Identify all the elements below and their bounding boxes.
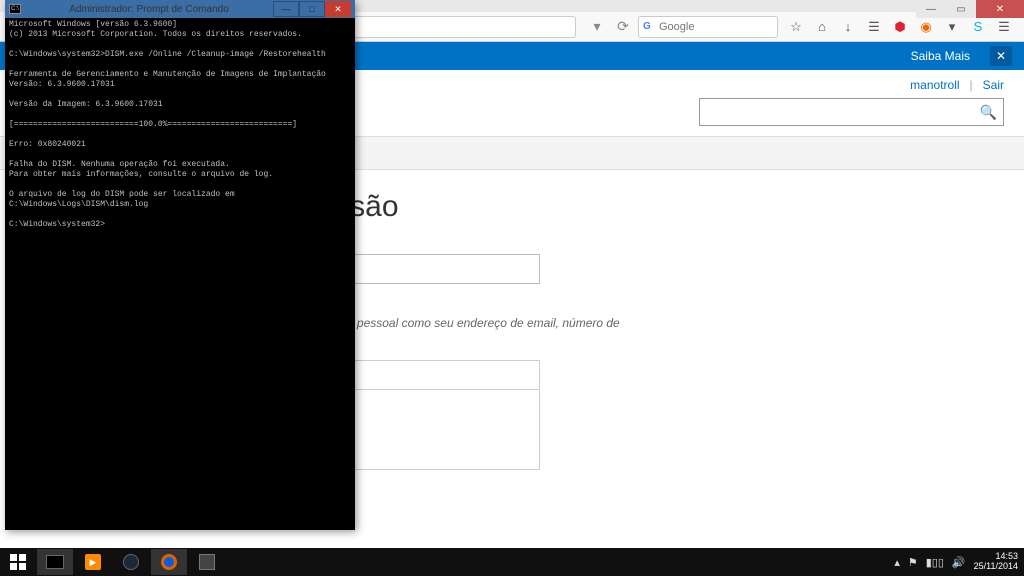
cmd-maximize-button[interactable]: □	[299, 1, 325, 17]
browser-maximize-button[interactable]: ▭	[946, 0, 976, 18]
clock-date: 25/11/2014	[974, 562, 1018, 572]
home-icon[interactable]: ⌂	[814, 19, 830, 35]
menu-icon[interactable]: ☰	[996, 19, 1012, 35]
cmd-minimize-button[interactable]: —	[273, 1, 299, 17]
tray-network-icon[interactable]: ▮▯▯	[926, 556, 944, 569]
addon2-icon[interactable]: ▾	[944, 19, 960, 35]
cmd-close-button[interactable]: ✕	[325, 1, 351, 17]
windows-logo-icon	[10, 554, 26, 570]
skype-icon[interactable]: S	[970, 19, 986, 35]
bookmark-icon[interactable]: ☆	[788, 19, 804, 35]
browser-search-box[interactable]: G	[638, 16, 778, 38]
taskbar: ▶ ▴ ⚑ ▮▯▯ 🔊 14:53 25/11/2014	[0, 548, 1024, 576]
banner-learn-more-link[interactable]: Saiba Mais	[911, 49, 970, 63]
taskbar-firefox[interactable]	[151, 549, 187, 575]
cmd-icon: C:\	[9, 4, 21, 14]
separator: |	[970, 78, 973, 92]
adblock-icon[interactable]: ⬢	[892, 19, 908, 35]
taskbar-app[interactable]	[189, 549, 225, 575]
addon-icon[interactable]: ◉	[918, 19, 934, 35]
browser-minimize-button[interactable]: —	[916, 0, 946, 18]
site-search-box[interactable]: 🔍	[699, 98, 1004, 126]
google-icon: G	[643, 21, 655, 33]
taskbar-media-player[interactable]: ▶	[75, 549, 111, 575]
cmd-title: Administrador: Prompt de Comando	[25, 4, 273, 15]
system-tray: ▴ ⚑ ▮▯▯ 🔊 14:53 25/11/2014	[888, 552, 1024, 572]
command-prompt-window: C:\ Administrador: Prompt de Comando — □…	[5, 0, 355, 530]
cmd-titlebar[interactable]: C:\ Administrador: Prompt de Comando — □…	[5, 0, 355, 18]
start-button[interactable]	[0, 548, 36, 576]
downloads-icon[interactable]: ↓	[840, 19, 856, 35]
taskbar-steam[interactable]	[113, 549, 149, 575]
browser-close-button[interactable]: ✕	[976, 0, 1024, 18]
banner-close-button[interactable]: ✕	[990, 46, 1012, 66]
history-icon[interactable]: ☰	[866, 19, 882, 35]
search-icon[interactable]: 🔍	[980, 104, 997, 121]
sign-out-link[interactable]: Sair	[983, 78, 1004, 92]
dropdown-icon[interactable]: ▾	[586, 16, 608, 38]
browser-window-controls: — ▭ ✕	[916, 0, 1024, 18]
tray-flag-icon[interactable]: ⚑	[908, 556, 918, 569]
toolbar-addon-icons: ☆ ⌂ ↓ ☰ ⬢ ◉ ▾ S ☰	[782, 19, 1018, 35]
tray-volume-icon[interactable]: 🔊	[952, 556, 966, 569]
tray-up-icon[interactable]: ▴	[894, 556, 900, 569]
user-profile-link[interactable]: manotroll	[910, 78, 959, 92]
cmd-output[interactable]: Microsoft Windows [versão 6.3.9600] (c) …	[5, 18, 355, 530]
browser-search-input[interactable]	[659, 21, 759, 33]
reload-icon[interactable]: ⟳	[612, 16, 634, 38]
taskbar-clock[interactable]: 14:53 25/11/2014	[974, 552, 1018, 572]
taskbar-cmd[interactable]	[37, 549, 73, 575]
